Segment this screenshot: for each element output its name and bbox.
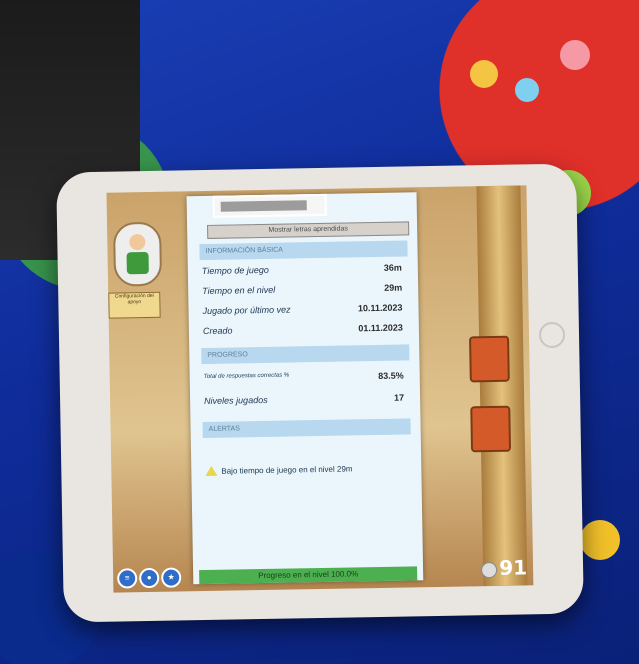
- alert-row: Bajo tiempo de juego en el nivel 29m: [205, 463, 353, 477]
- row-label: Niveles jugados: [204, 394, 268, 407]
- parent-settings-label: Configuración del apoyo: [114, 292, 154, 306]
- row-label: Tiempo en el nivel: [202, 284, 276, 297]
- info-row: Total de respuestas correctas % 83.5%: [204, 371, 404, 384]
- section-header: INFORMACIÓN BÁSICA: [199, 240, 408, 261]
- redacted-bar: [220, 200, 307, 212]
- row-value: 29m: [384, 282, 403, 293]
- info-row: Niveles jugados 17: [204, 393, 404, 406]
- row-label: Creado: [202, 325, 233, 337]
- redacted-name-box: [212, 193, 327, 218]
- row-value: 83.5%: [378, 370, 404, 381]
- ribbon-icon[interactable]: ★: [161, 567, 182, 588]
- section-title: INFORMACIÓN BÁSICA: [205, 246, 283, 255]
- decor-dot: [515, 78, 539, 102]
- section-title: PROGRESO: [207, 351, 248, 359]
- decor-dot: [580, 520, 620, 560]
- row-value: 01.11.2023: [358, 322, 403, 334]
- character-icon[interactable]: ●: [139, 567, 160, 589]
- level-card-item[interactable]: [470, 405, 512, 453]
- info-row: Tiempo de juego 36m: [202, 263, 402, 276]
- parent-settings-button[interactable]: Configuración del apoyo: [108, 291, 161, 319]
- stats-panel: Mostrar letras aprendidas INFORMACIÓN BÁ…: [186, 192, 424, 585]
- row-label: Tiempo de juego: [201, 264, 269, 277]
- section-header: PROGRESO: [201, 344, 410, 365]
- progress-label: Progreso en el nivel 100.0%: [258, 569, 359, 581]
- coin-icon: [481, 561, 498, 578]
- avatar-face: [129, 234, 146, 251]
- row-label: Total de respuestas correctas %: [203, 372, 290, 381]
- info-row: Jugado por último vez 10.11.2023: [202, 303, 402, 316]
- decor-dot: [470, 60, 498, 88]
- show-letters-label: Mostrar letras aprendidas: [268, 225, 348, 234]
- alert-text: Bajo tiempo de juego en el nivel 29m: [221, 463, 353, 476]
- row-label: Jugado por último vez: [202, 304, 291, 317]
- photo-scene: Configuración del apoyo ≡ ● ★ 91 Mostrar…: [0, 0, 639, 664]
- tablet-device: Configuración del apoyo ≡ ● ★ 91 Mostrar…: [56, 163, 584, 623]
- score-counter: 91: [481, 555, 527, 580]
- show-letters-button[interactable]: Mostrar letras aprendidas: [207, 221, 410, 239]
- level-progress-bar: Progreso en el nivel 100.0%: [199, 566, 418, 585]
- warning-icon: [205, 465, 218, 477]
- info-row: Creado 01.11.2023: [203, 323, 403, 336]
- menu-icon[interactable]: ≡: [117, 568, 138, 589]
- row-value: 36m: [383, 262, 402, 273]
- avatar[interactable]: [112, 221, 163, 287]
- info-row: Tiempo en el nivel 29m: [202, 283, 402, 296]
- home-button-icon[interactable]: [538, 321, 566, 349]
- row-value: 17: [393, 392, 405, 403]
- row-value: 10.11.2023: [357, 302, 403, 314]
- bottom-icon-bar: ≡ ● ★: [117, 567, 182, 589]
- tablet-screen: Configuración del apoyo ≡ ● ★ 91 Mostrar…: [106, 185, 534, 593]
- section-header: ALERTAS: [202, 418, 411, 439]
- level-card-ghost[interactable]: [469, 335, 510, 383]
- decor-dot: [560, 40, 590, 70]
- avatar-body: [126, 251, 149, 275]
- score-value: 91: [499, 555, 528, 580]
- wooden-pillar: [476, 185, 528, 587]
- section-title: ALERTAS: [208, 425, 240, 433]
